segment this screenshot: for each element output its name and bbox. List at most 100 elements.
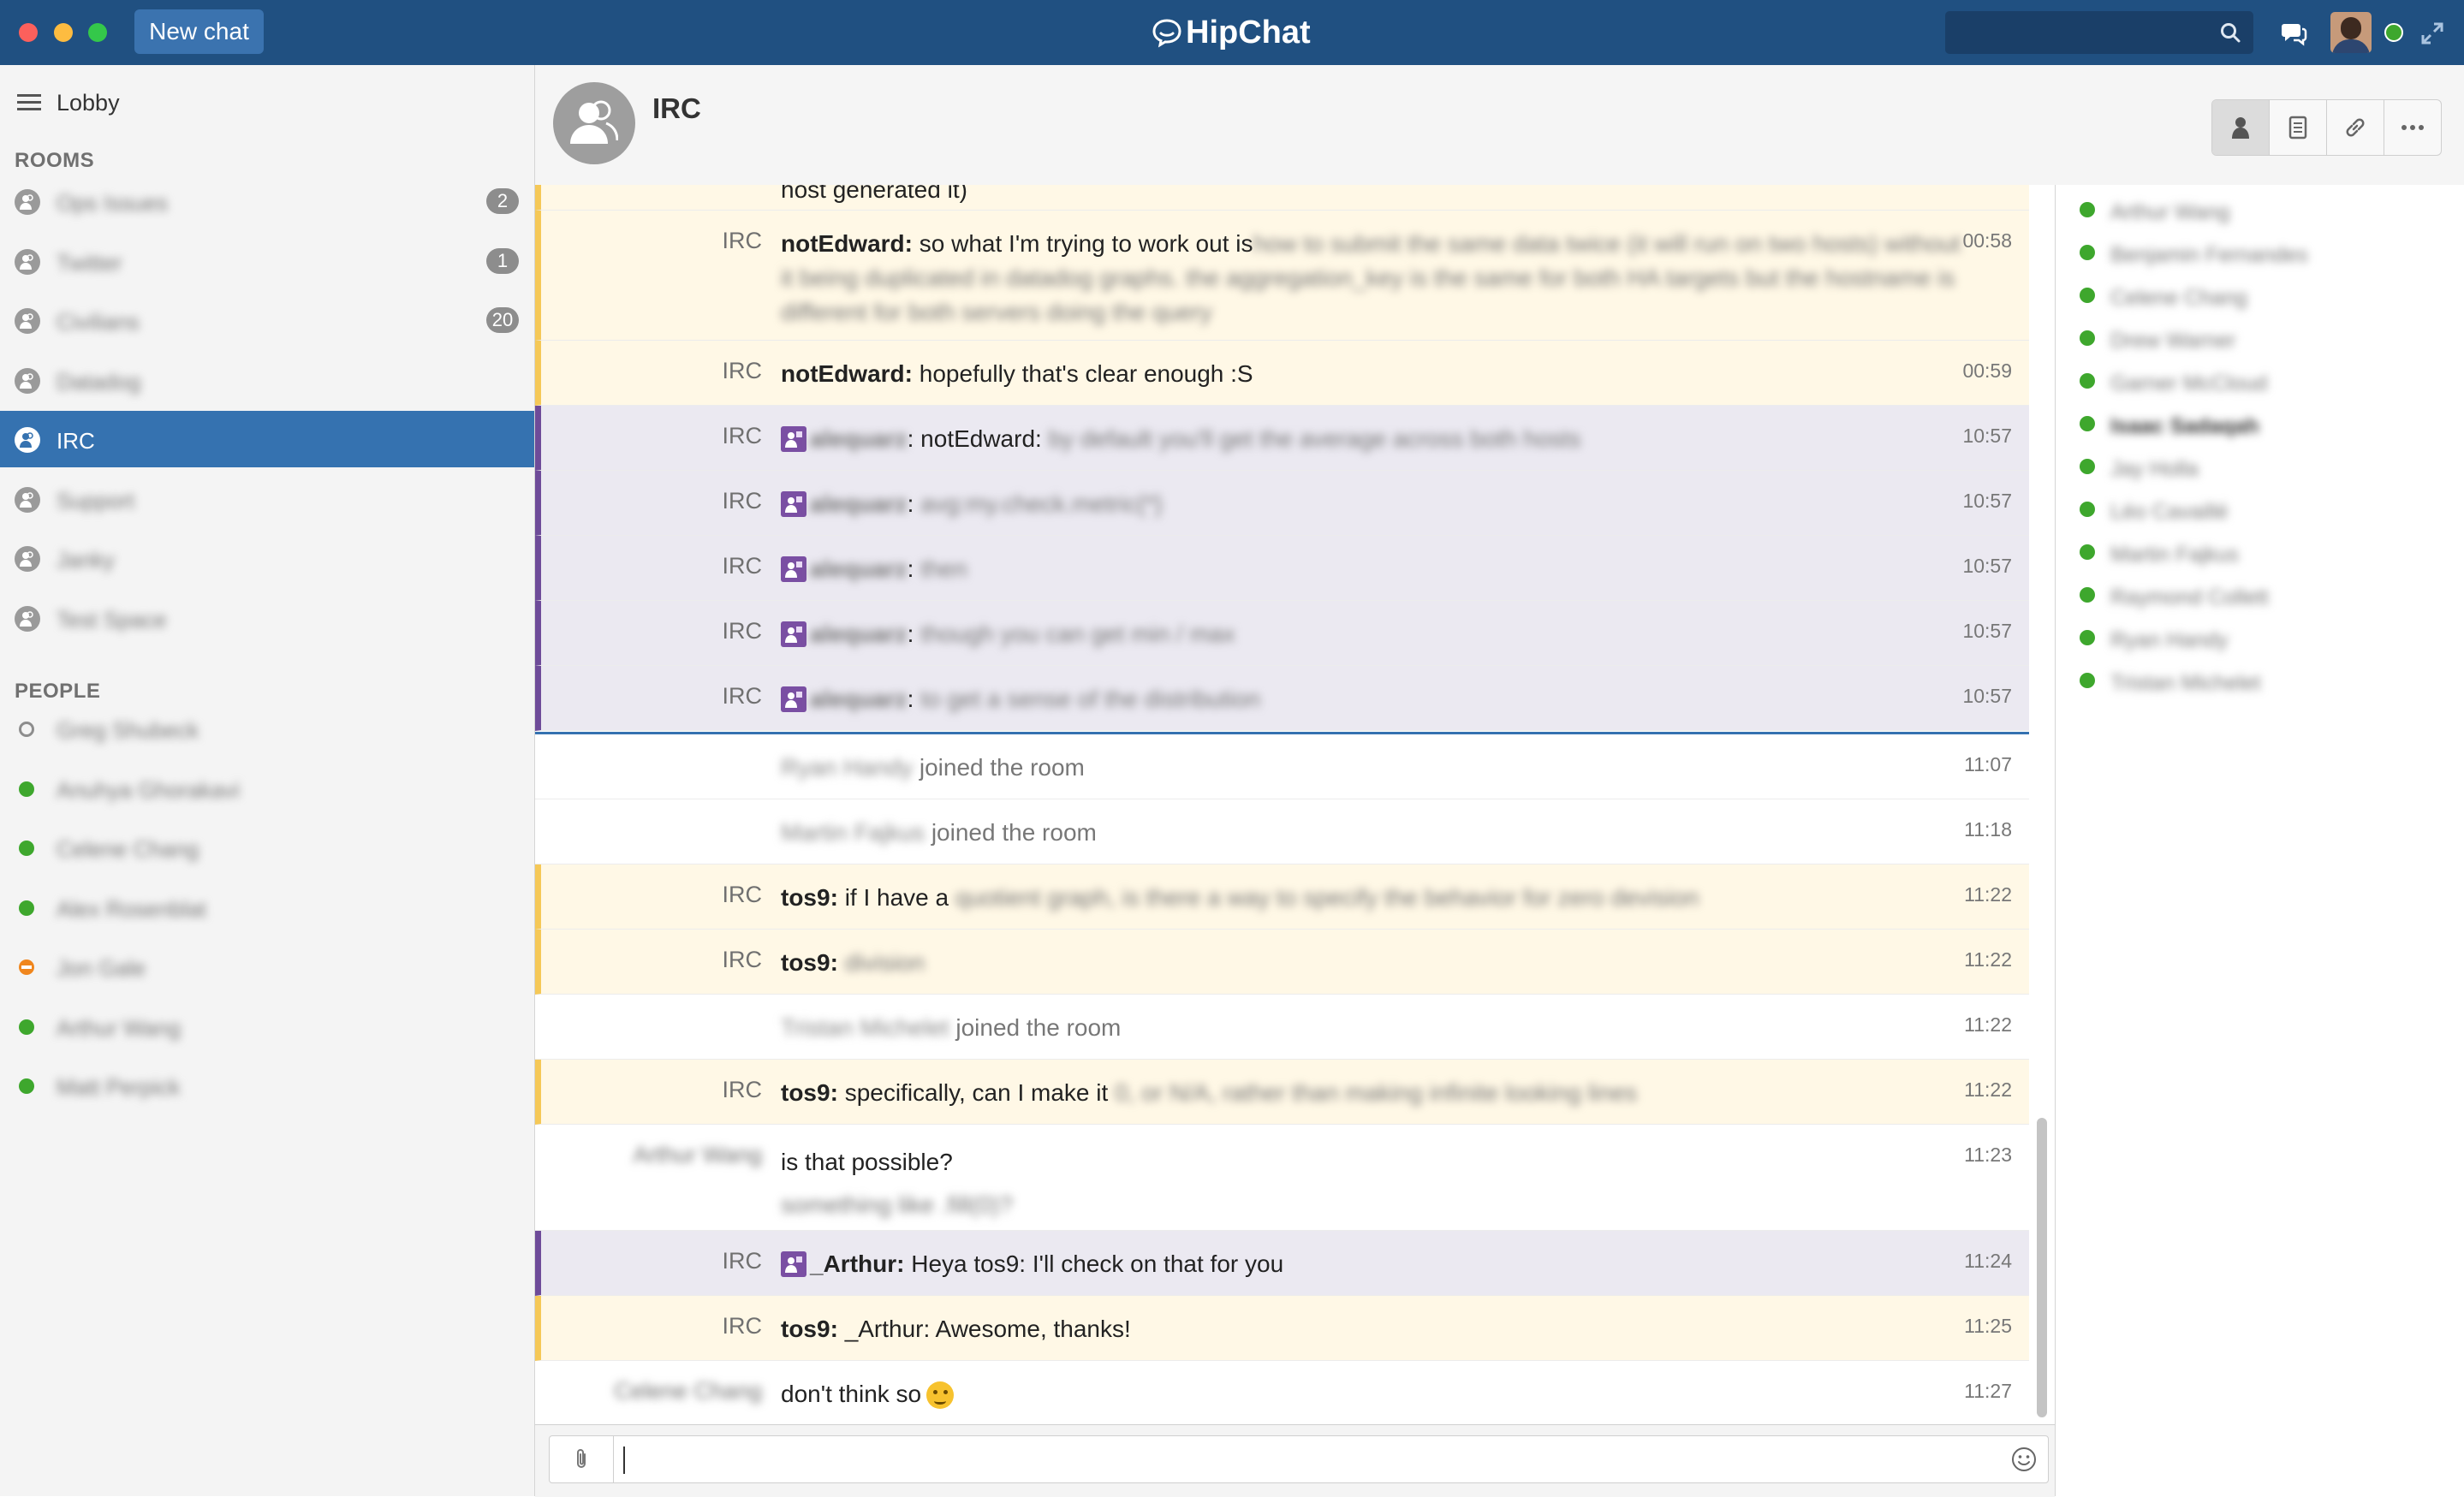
sidebar-person-item[interactable]: Greg Shubeck — [0, 700, 534, 757]
presence-online-icon — [2080, 459, 2095, 474]
message-text-blurred: though you can get min / max — [920, 621, 1235, 647]
member-name: Ryan Handy — [781, 754, 914, 781]
message-text: so what I'm trying to work out is — [919, 230, 1253, 257]
chat-bubbles-icon[interactable] — [2280, 19, 2307, 46]
more-options-button[interactable] — [2384, 100, 2441, 155]
message-body: don't think so — [781, 1377, 1971, 1411]
message-text: if I have a — [844, 884, 949, 911]
message-body: notEdward: so what I'm trying to work ou… — [781, 227, 1971, 330]
room-icon — [15, 248, 40, 275]
attach-file-button[interactable] — [550, 1436, 614, 1482]
bot-icon — [781, 621, 806, 647]
message-text-blurred: to get a sense of the distribution — [920, 686, 1261, 712]
sidebar-person-item[interactable]: Celene Chang — [0, 819, 534, 876]
emoticon-picker-icon[interactable] — [2010, 1446, 2038, 1473]
lobby-link[interactable]: Lobby — [0, 77, 534, 128]
room-files-button[interactable] — [2270, 100, 2327, 155]
roster-member[interactable]: Arthur Wang — [2056, 193, 2464, 236]
message-body: alequarz: then — [781, 552, 1971, 586]
sidebar-person-item[interactable]: Anuhya Ghorakavi — [0, 760, 534, 817]
message-sender: IRC — [722, 553, 763, 579]
message-nick: alequarz — [810, 621, 908, 647]
message-time: 11:22 — [1964, 883, 2012, 906]
sidebar-room-item[interactable]: Civilians 20 — [0, 292, 534, 348]
roster-member[interactable]: Léo Cavaillé — [2056, 493, 2464, 536]
sidebar-person-item[interactable]: Matt Perpick — [0, 1057, 534, 1114]
close-window-button[interactable] — [19, 23, 38, 42]
roster-member[interactable]: Isaac Sadaqah — [2056, 407, 2464, 450]
message-text: hopefully that's clear enough :S — [919, 360, 1253, 387]
minimize-window-button[interactable] — [54, 23, 73, 42]
sidebar-room-item[interactable]: Janky — [0, 530, 534, 586]
link-icon — [2346, 118, 2365, 137]
message-input[interactable] — [549, 1435, 2049, 1483]
message-body: notEdward: hopefully that's clear enough… — [781, 357, 1971, 391]
message-body: tos9: division — [781, 946, 1971, 980]
roster-member[interactable]: Benjamin Fernandes — [2056, 236, 2464, 279]
room-members-button[interactable] — [2212, 100, 2270, 155]
presence-online-icon — [2080, 502, 2095, 517]
roster-member[interactable]: Garner McCloud — [2056, 365, 2464, 407]
member-name: Tristan Michelet — [781, 1014, 949, 1041]
hamburger-menu-icon[interactable] — [17, 92, 43, 113]
message-body: Tristan Michelet joined the room — [781, 1011, 1971, 1045]
user-avatar[interactable] — [2330, 12, 2372, 53]
sidebar-person-item[interactable]: Jon Gale — [0, 938, 534, 995]
message-body: is that possible? something like .fill(0)… — [781, 1141, 1971, 1227]
chat-scrollbar[interactable] — [2037, 1118, 2047, 1417]
sidebar-room-item[interactable]: Twitter 1 — [0, 233, 534, 289]
member-name: Garner McCloud — [2110, 371, 2268, 395]
unread-badge: 20 — [486, 307, 519, 333]
sidebar-room-item[interactable]: Support — [0, 471, 534, 527]
member-name: Benjamin Fernandes — [2110, 243, 2308, 267]
roster-member[interactable]: Tristan Michelet — [2056, 664, 2464, 707]
roster-member[interactable]: Jay Holla — [2056, 450, 2464, 493]
sidebar-room-item[interactable]: Datadog — [0, 352, 534, 408]
roster-member[interactable]: Drew Warner — [2056, 322, 2464, 365]
message-text-blurred: avg:my.check.metric{*} — [920, 490, 1163, 517]
message-time: 11:24 — [1964, 1250, 2012, 1272]
sidebar-room-item[interactable]: Ops Issues 2 — [0, 173, 534, 229]
message-nick: alequarz — [810, 555, 908, 582]
roster-member[interactable]: Celene Chang — [2056, 279, 2464, 322]
sidebar-person-item[interactable]: Arthur Wang — [0, 998, 534, 1054]
sidebar-room-item[interactable]: IRC — [0, 411, 534, 467]
presence-status-icon[interactable] — [2384, 23, 2403, 42]
chat-message: Arthur Wang is that possible? something l… — [535, 1125, 2029, 1231]
message-sender: Arthur Wang — [633, 1142, 762, 1167]
message-sender: IRC — [722, 882, 763, 907]
new-chat-button[interactable]: New chat — [134, 9, 264, 54]
room-icon — [15, 605, 40, 632]
roster-member[interactable]: Ryan Handy — [2056, 621, 2464, 664]
message-sender: IRC — [722, 488, 763, 514]
sidebar-room-item[interactable]: Test Space — [0, 590, 534, 646]
room-links-button[interactable] — [2327, 100, 2384, 155]
room-icon — [15, 367, 40, 394]
bot-icon — [781, 686, 806, 712]
message-text: : — [907, 621, 914, 647]
message-sender: IRC — [722, 1077, 763, 1102]
rooms-heading: ROOMS — [15, 149, 95, 172]
message-time: 11:25 — [1964, 1315, 2012, 1337]
message-body: tos9: specifically, can I make it 0, or … — [781, 1076, 1971, 1110]
sidebar-person-item[interactable]: Alex Rosenblat — [0, 879, 534, 936]
room-name: Datadog — [57, 368, 141, 395]
title-bar: New chat HipChat — [0, 0, 2464, 65]
roster-member[interactable]: Raymond Collett — [2056, 579, 2464, 621]
bot-icon — [781, 426, 806, 452]
message-sender: IRC — [722, 1248, 763, 1274]
message-text: : notEdward: — [907, 425, 1042, 452]
person-icon — [2232, 117, 2249, 139]
smiley-emoji-icon — [926, 1381, 955, 1409]
unread-badge: 1 — [486, 247, 519, 274]
presence-online-icon — [2080, 587, 2095, 603]
search-input[interactable] — [1945, 11, 2253, 54]
sidebar: Lobby ROOMS Ops Issues 2 Twitter 1 Civilians… — [0, 65, 535, 1496]
expand-icon[interactable] — [2420, 21, 2444, 45]
roster-member[interactable]: Martin Fajkus — [2056, 536, 2464, 579]
hipchat-bubble-icon — [1152, 19, 1181, 48]
member-name: Raymond Collett — [2110, 585, 2269, 609]
member-name: Léo Cavaillé — [2110, 500, 2229, 524]
message-nick: alequarz — [810, 490, 908, 517]
zoom-window-button[interactable] — [88, 23, 107, 42]
